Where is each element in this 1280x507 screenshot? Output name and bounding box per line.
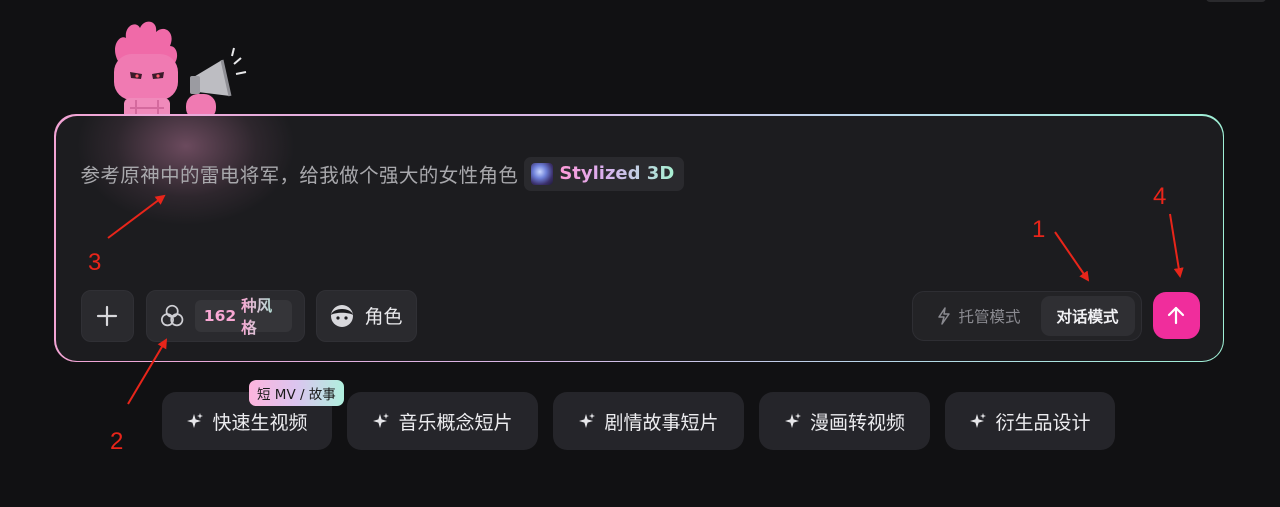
chip-label: 快速生视频 xyxy=(212,411,308,434)
annotation-number-4: 4 xyxy=(1153,183,1167,210)
chip-music-concept[interactable]: 音乐概念短片 xyxy=(347,392,538,450)
page: 参考原神中的雷电将军，给我做个强大的女性角色 Stylized 3D 162 种… xyxy=(0,0,1280,507)
arrow-up-icon xyxy=(1167,306,1185,325)
chip-label: 音乐概念短片 xyxy=(398,411,513,434)
sparkle-icon xyxy=(187,413,204,428)
character-face-icon xyxy=(331,304,354,327)
role-button[interactable]: 角色 xyxy=(315,289,417,342)
add-button[interactable] xyxy=(80,289,134,342)
prompt-card-body[interactable]: 参考原神中的雷电将军，给我做个强大的女性角色 Stylized 3D 162 种… xyxy=(55,115,1223,361)
mode-chat-option[interactable]: 对话模式 xyxy=(1040,295,1135,336)
top-edge-element xyxy=(1206,0,1266,2)
style-chip[interactable]: Stylized 3D xyxy=(524,156,685,191)
mode-chat-label: 对话模式 xyxy=(1056,307,1119,326)
chip-comic-to-video[interactable]: 漫画转视频 xyxy=(759,392,930,450)
mascot-illustration xyxy=(114,21,247,126)
annotation-number-1: 1 xyxy=(1032,216,1046,243)
sparkle-icon xyxy=(784,413,801,428)
prompt-card[interactable]: 参考原神中的雷电将军，给我做个强大的女性角色 Stylized 3D 162 种… xyxy=(54,114,1224,362)
prompt-text[interactable]: 参考原神中的雷电将军，给我做个强大的女性角色 xyxy=(81,159,519,188)
annotation-number-3: 3 xyxy=(88,249,102,276)
styles-count: 162 xyxy=(203,306,237,325)
annotation-number-2: 2 xyxy=(110,428,124,455)
chip-label: 衍生品设计 xyxy=(995,411,1091,434)
prompt-input[interactable]: 参考原神中的雷电将军，给我做个强大的女性角色 Stylized 3D xyxy=(81,156,685,191)
styles-button[interactable]: 162 种风格 xyxy=(145,289,305,342)
chip-label: 剧情故事短片 xyxy=(604,411,719,434)
sparkle-icon xyxy=(373,413,390,428)
style-chip-label: Stylized 3D xyxy=(559,163,675,184)
sparkle-icon xyxy=(970,413,987,428)
mode-auto-option[interactable]: 托管模式 xyxy=(917,296,1041,336)
styles-circles-icon xyxy=(160,304,183,326)
send-button[interactable] xyxy=(1152,291,1200,339)
chip-merch-design[interactable]: 衍生品设计 xyxy=(945,392,1115,450)
style-thumbnail-icon xyxy=(531,162,554,185)
lightning-icon xyxy=(938,306,951,325)
chip-tag-short-mv: 短 MV / 故事 xyxy=(249,380,344,406)
quick-actions: 快速生视频 音乐概念短片 剧情故事短片 漫画转视频 衍生品设计 xyxy=(0,392,1280,450)
plus-icon xyxy=(96,305,118,326)
styles-unit: 种风格 xyxy=(241,294,282,338)
chip-label: 漫画转视频 xyxy=(809,411,905,434)
mode-auto-label: 托管模式 xyxy=(958,307,1021,326)
styles-count-badge: 162 种风格 xyxy=(194,297,292,337)
role-label: 角色 xyxy=(364,306,403,328)
sparkle-icon xyxy=(579,413,596,428)
chip-story-short[interactable]: 剧情故事短片 xyxy=(553,392,744,450)
mode-switch[interactable]: 托管模式 对话模式 xyxy=(911,290,1142,341)
